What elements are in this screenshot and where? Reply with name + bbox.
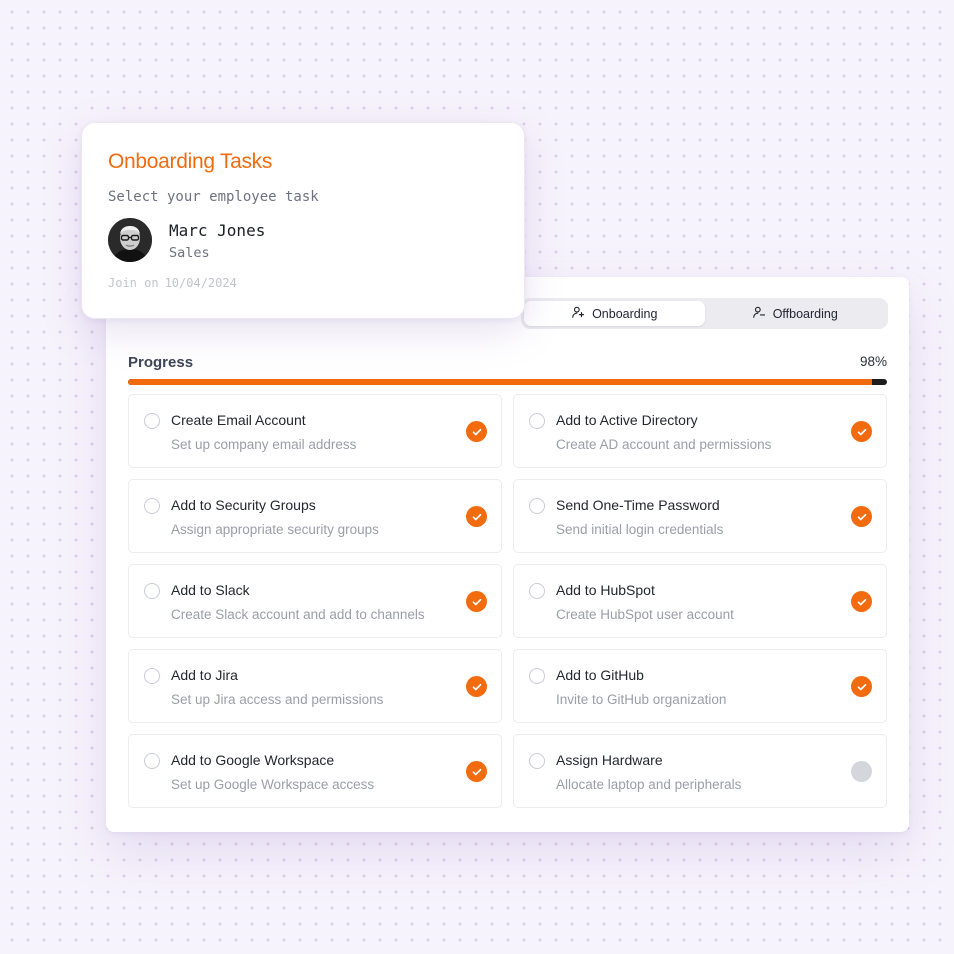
task-title: Add to Slack bbox=[171, 582, 250, 598]
task-description: Invite to GitHub organization bbox=[556, 692, 727, 707]
check-icon bbox=[851, 591, 872, 612]
task-description: Set up Jira access and permissions bbox=[171, 692, 384, 707]
task-description: Set up company email address bbox=[171, 437, 357, 452]
task-radio[interactable] bbox=[529, 753, 545, 769]
check-icon bbox=[466, 591, 487, 612]
task-radio[interactable] bbox=[529, 498, 545, 514]
task-list: Create Email Account Set up company email… bbox=[128, 394, 887, 808]
task-description: Assign appropriate security groups bbox=[171, 522, 379, 537]
task-radio[interactable] bbox=[529, 413, 545, 429]
employee-department: Sales bbox=[169, 245, 210, 261]
task-item[interactable]: Add to Google Workspace Set up Google Wor… bbox=[128, 734, 502, 808]
task-description: Create Slack account and add to channels bbox=[171, 607, 425, 622]
progress-bar bbox=[128, 379, 887, 385]
progress-label: Progress bbox=[128, 354, 194, 371]
task-item[interactable]: Add to Security Groups Assign appropriate… bbox=[128, 479, 502, 553]
check-icon bbox=[851, 421, 872, 442]
task-item[interactable]: Add to Active Directory Create AD account… bbox=[513, 394, 887, 468]
tab-offboarding[interactable]: Offboarding bbox=[705, 301, 886, 326]
employee-name: Marc Jones bbox=[169, 221, 266, 240]
employee-card: Onboarding Tasks Select your employee ta… bbox=[81, 122, 525, 319]
tab-onboarding-label: Onboarding bbox=[592, 306, 658, 321]
user-minus-icon bbox=[752, 305, 766, 322]
task-title: Send One-Time Password bbox=[556, 497, 720, 513]
card-title: Onboarding Tasks bbox=[108, 150, 273, 173]
join-label: Join on bbox=[108, 276, 159, 290]
task-title: Add to Jira bbox=[171, 667, 238, 683]
task-description: Set up Google Workspace access bbox=[171, 777, 375, 792]
task-item[interactable]: Assign Hardware Allocate laptop and perip… bbox=[513, 734, 887, 808]
tab-offboarding-label: Offboarding bbox=[772, 306, 838, 321]
check-icon bbox=[466, 421, 487, 442]
pending-dot-icon bbox=[851, 761, 872, 782]
task-title: Add to HubSpot bbox=[556, 582, 655, 598]
task-item[interactable]: Send One-Time Password Send initial login… bbox=[513, 479, 887, 553]
task-radio[interactable] bbox=[144, 413, 160, 429]
check-icon bbox=[466, 676, 487, 697]
task-title: Add to Google Workspace bbox=[171, 752, 335, 768]
task-radio[interactable] bbox=[529, 668, 545, 684]
task-description: Send initial login credentials bbox=[556, 522, 724, 537]
join-date-row: Join on 10/04/2024 bbox=[108, 276, 237, 290]
task-radio[interactable] bbox=[144, 498, 160, 514]
check-icon bbox=[466, 506, 487, 527]
tab-onboarding[interactable]: Onboarding bbox=[524, 301, 705, 326]
check-icon bbox=[466, 761, 487, 782]
task-item[interactable]: Add to HubSpot Create HubSpot user accoun… bbox=[513, 564, 887, 638]
task-description: Create HubSpot user account bbox=[556, 607, 734, 622]
task-description: Create AD account and permissions bbox=[556, 437, 772, 452]
task-title: Add to GitHub bbox=[556, 667, 644, 683]
task-item[interactable]: Create Email Account Set up company email… bbox=[128, 394, 502, 468]
join-date: 10/04/2024 bbox=[164, 276, 237, 290]
check-icon bbox=[851, 676, 872, 697]
avatar bbox=[108, 218, 152, 262]
task-item[interactable]: Add to Slack Create Slack account and add… bbox=[128, 564, 502, 638]
mode-toggle: Onboarding Offboarding bbox=[521, 298, 888, 329]
task-title: Create Email Account bbox=[171, 412, 306, 428]
task-panel: Onboarding Offboarding Progress 98% Crea… bbox=[106, 277, 909, 832]
task-title: Assign Hardware bbox=[556, 752, 663, 768]
task-radio[interactable] bbox=[144, 583, 160, 599]
check-icon bbox=[851, 506, 872, 527]
task-radio[interactable] bbox=[144, 753, 160, 769]
card-subtitle: Select your employee task bbox=[108, 189, 319, 205]
task-item[interactable]: Add to GitHub Invite to GitHub organizati… bbox=[513, 649, 887, 723]
task-title: Add to Security Groups bbox=[171, 497, 316, 513]
progress-bar-fill bbox=[128, 379, 872, 385]
task-item[interactable]: Add to Jira Set up Jira access and permis… bbox=[128, 649, 502, 723]
task-description: Allocate laptop and peripherals bbox=[556, 777, 742, 792]
user-plus-icon bbox=[571, 305, 585, 322]
task-radio[interactable] bbox=[529, 583, 545, 599]
task-title: Add to Active Directory bbox=[556, 412, 698, 428]
task-radio[interactable] bbox=[144, 668, 160, 684]
progress-value: 98% bbox=[859, 354, 887, 369]
